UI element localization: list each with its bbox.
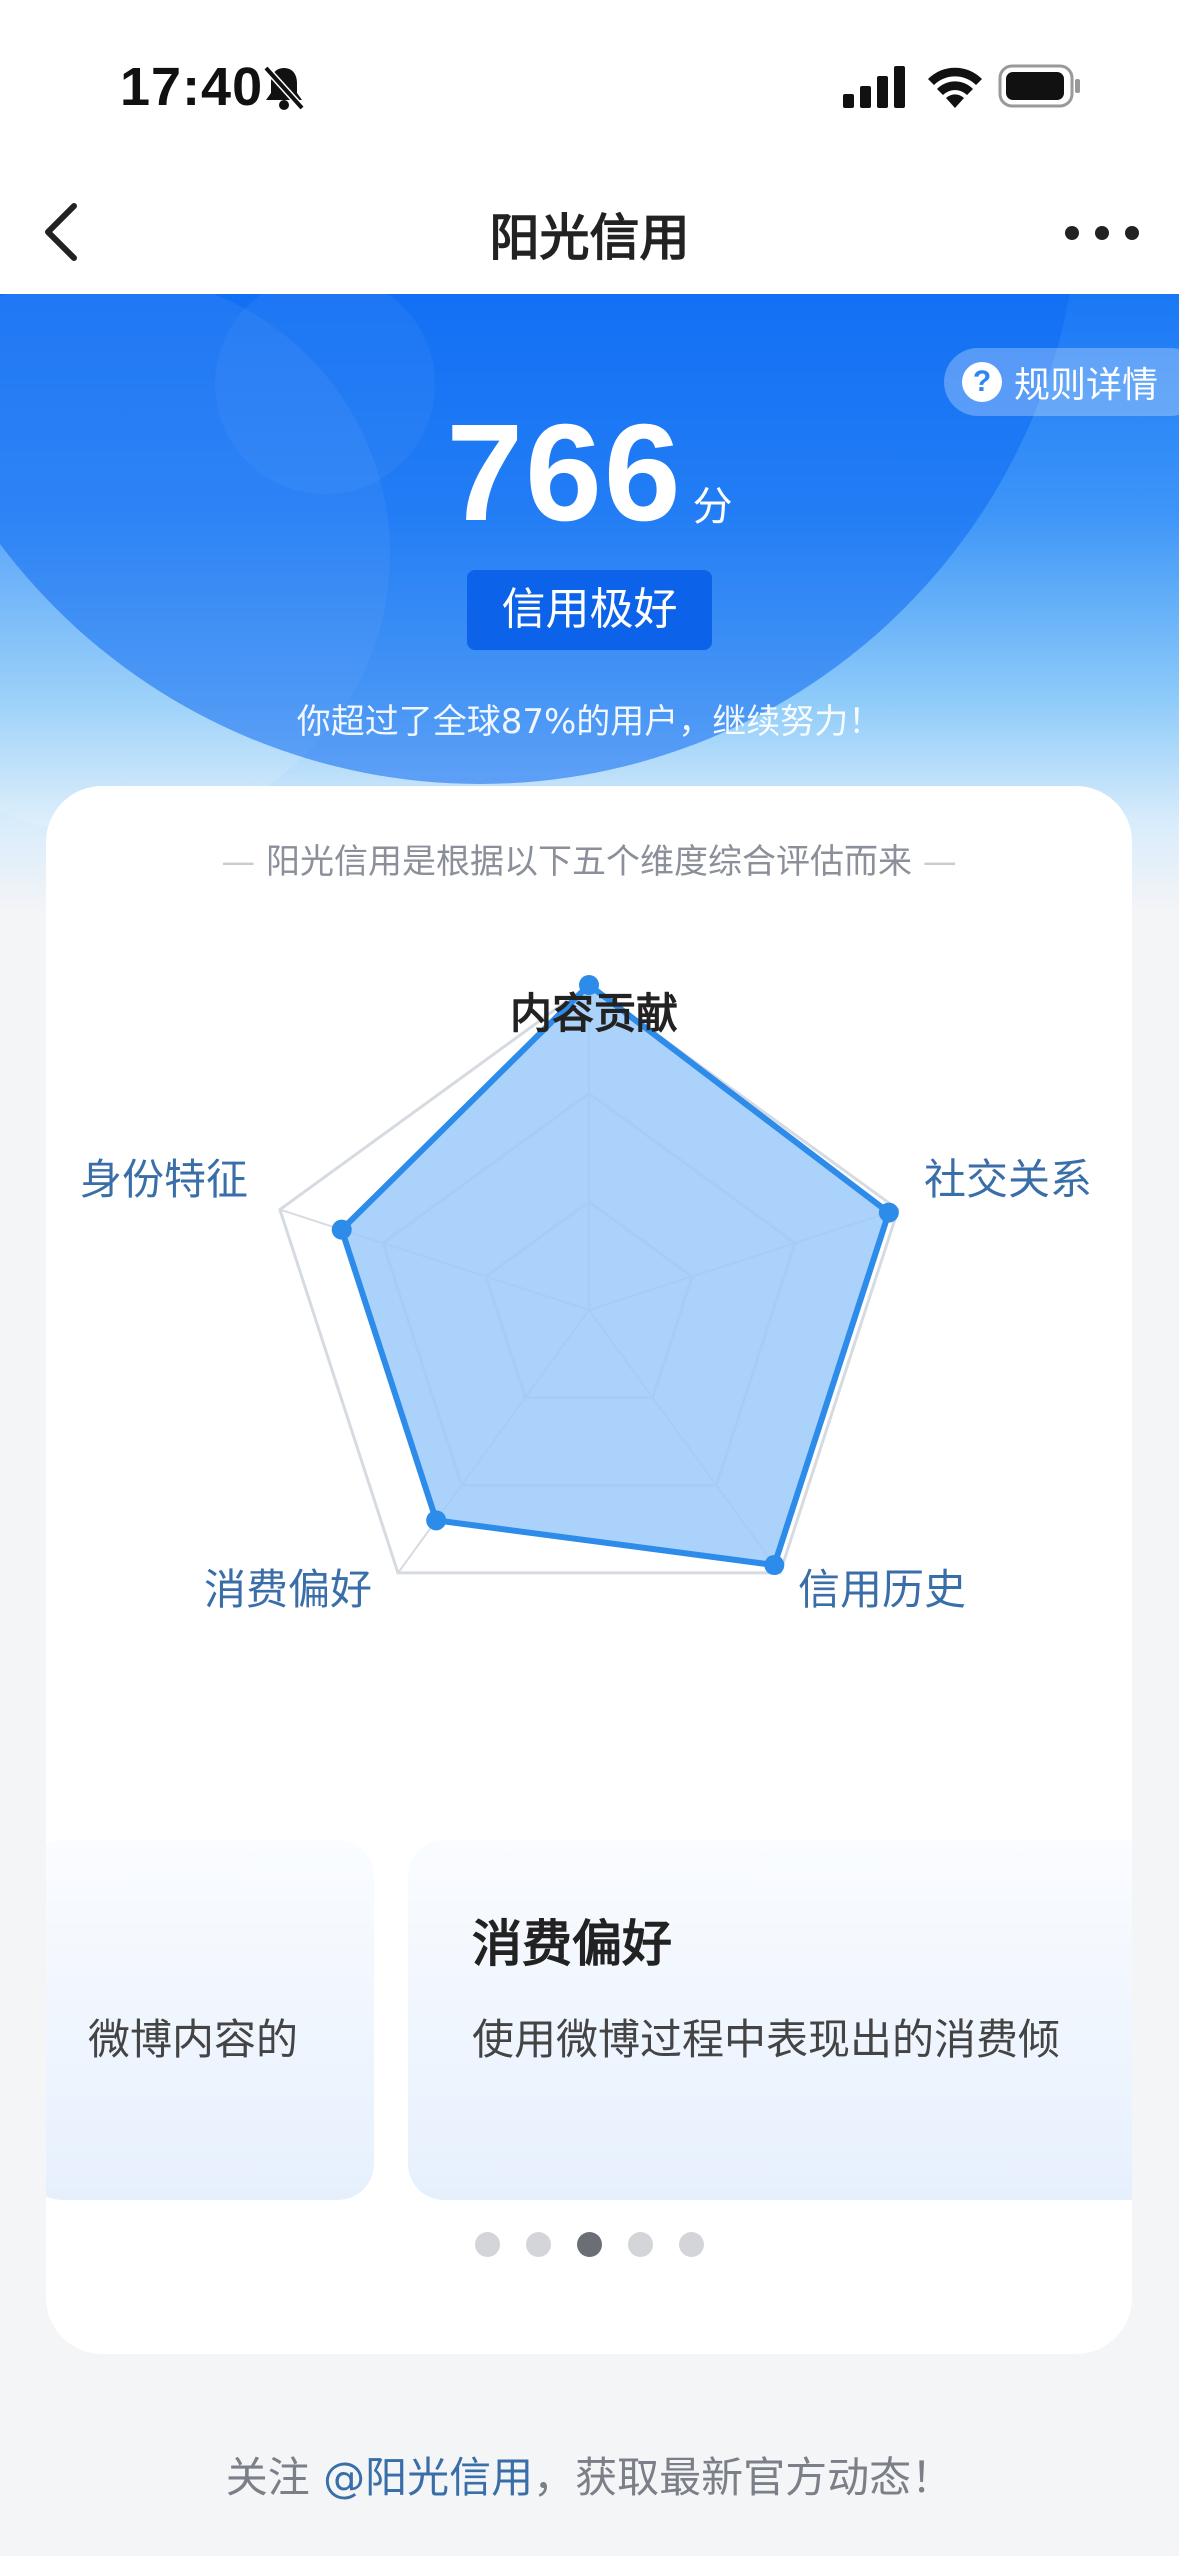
radar-point-4 — [426, 1510, 447, 1531]
pager-dot[interactable] — [627, 2232, 653, 2257]
footer-prefix: 关注 — [225, 2453, 324, 2502]
subtitle-dash-right: — — [912, 842, 957, 882]
credit-level-badge: 信用极好 — [467, 570, 712, 650]
radar-chart: 内容贡献 社交关系 信用历史 消费偏好 身份特征 — [46, 946, 1132, 1806]
status-time: 17:40 — [120, 57, 264, 117]
dimension-slide-previous[interactable]: 微博内容的 — [46, 1840, 374, 2200]
axis-label-consumption: 消费偏好 — [204, 1565, 373, 1614]
footer-suffix: ，获取最新官方动态！ — [533, 2453, 954, 2502]
official-account-link[interactable]: @阳光信用 — [323, 2453, 533, 2502]
axis-label-identity: 身份特征 — [80, 1155, 249, 1204]
wifi-icon — [928, 67, 982, 108]
bell-muted-icon — [263, 65, 305, 111]
pager-dot[interactable] — [525, 2232, 551, 2257]
pager-dot[interactable] — [678, 2232, 704, 2257]
credit-score: 766 分 — [0, 394, 1179, 553]
radar-point-3 — [764, 1555, 785, 1576]
more-options-icon[interactable] — [1060, 208, 1144, 258]
slide-previous-desc: 微博内容的 — [87, 2015, 298, 2064]
radar-area — [338, 982, 892, 1569]
subtitle-dash-left: — — [221, 842, 266, 882]
card-subtitle: — 阳光信用是根据以下五个维度综合评估而来 — — [46, 834, 1132, 883]
pager-dot[interactable] — [576, 2232, 602, 2257]
radar-point-5 — [331, 1219, 352, 1240]
radar-svg — [278, 975, 900, 1576]
score-unit: 分 — [692, 484, 733, 530]
status-bar: 17:40 — [0, 0, 1179, 170]
axis-label-content: 内容贡献 — [510, 989, 679, 1038]
slide-desc: 使用微博过程中表现出的消费倾 — [472, 2015, 1061, 2064]
score-value: 766 — [446, 396, 683, 550]
carousel-pager — [46, 2232, 1132, 2257]
battery-icon — [998, 64, 1080, 108]
page-title: 阳光信用 — [489, 209, 690, 267]
radar-point-2 — [878, 1202, 899, 1223]
axis-label-social: 社交关系 — [924, 1155, 1093, 1204]
axis-label-history: 信用历史 — [798, 1565, 967, 1614]
dimension-slide-current[interactable]: 消费偏好 使用微博过程中表现出的消费倾 — [408, 1840, 1132, 2200]
slide-title: 消费偏好 — [472, 1915, 672, 1973]
rank-text: 你超过了全球87%的用户，继续努力！ — [296, 702, 883, 742]
subtitle-text: 阳光信用是根据以下五个维度综合评估而来 — [266, 842, 912, 882]
cellular-signal-icon — [843, 66, 905, 108]
footer-text: 关注 @阳光信用，获取最新官方动态！ — [0, 2444, 1179, 2505]
pager-dot[interactable] — [474, 2232, 500, 2257]
nav-bar: 阳光信用 — [0, 170, 1179, 294]
dimension-card: — 阳光信用是根据以下五个维度综合评估而来 — 内容贡献 社交关系 信用历史 消… — [46, 786, 1132, 2354]
